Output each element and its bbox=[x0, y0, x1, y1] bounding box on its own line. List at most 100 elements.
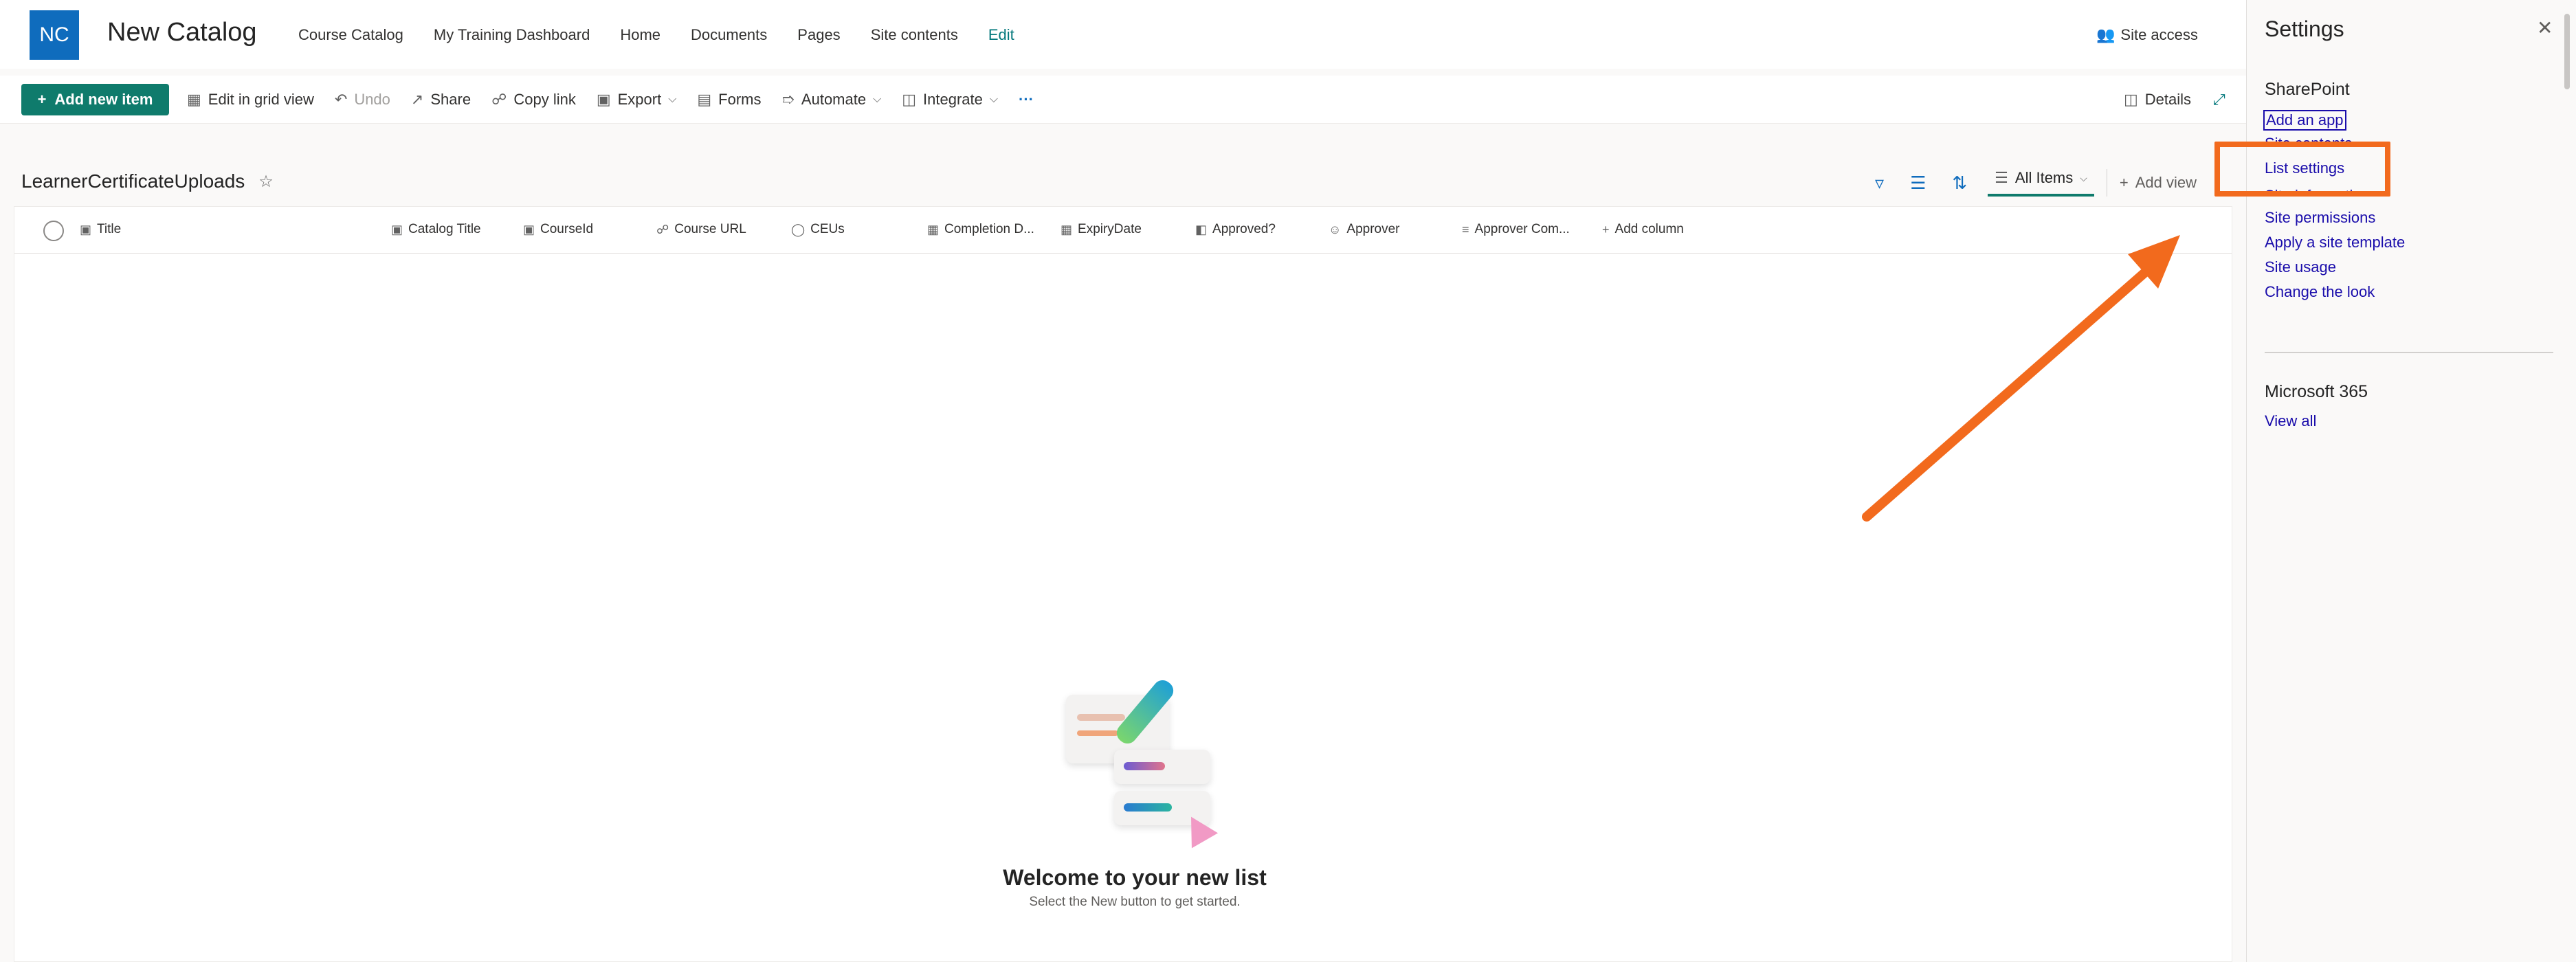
favorite-star-icon[interactable]: ☆ bbox=[258, 172, 274, 192]
column-header-approved[interactable]: ◧ Approved? bbox=[1195, 222, 1276, 237]
nav-pages[interactable]: Pages bbox=[797, 26, 840, 44]
number-icon: ◯ bbox=[791, 222, 806, 236]
add-an-app-link[interactable]: Add an app bbox=[2263, 110, 2346, 131]
forms-button[interactable]: ▤ Forms bbox=[697, 91, 761, 109]
site-title[interactable]: New Catalog bbox=[107, 18, 257, 47]
panel-scrollbar[interactable] bbox=[2564, 14, 2570, 89]
chevron-down-icon: ⌵ bbox=[873, 93, 882, 105]
forms-label: Forms bbox=[718, 91, 762, 108]
column-label: Approver Com... bbox=[1474, 222, 1570, 236]
flow-icon: ➱ bbox=[781, 91, 795, 108]
add-column-button[interactable]: + Add column bbox=[1602, 222, 1684, 237]
select-all-checkbox[interactable] bbox=[43, 221, 64, 241]
column-header-approver-comments[interactable]: ≡ Approver Com... bbox=[1462, 222, 1570, 237]
nav-edit[interactable]: Edit bbox=[988, 26, 1014, 44]
change-the-look-link[interactable]: Change the look bbox=[2265, 283, 2375, 301]
panel-divider bbox=[2265, 352, 2553, 353]
integrate-button[interactable]: ◫ Integrate ⌵ bbox=[902, 91, 998, 109]
command-items: ▦ Edit in grid view ↶ Undo ↗ Share ☍ Cop… bbox=[187, 91, 1054, 109]
info-pane-icon: ◫ bbox=[2124, 91, 2138, 108]
link-icon: ☍ bbox=[656, 222, 669, 236]
people-lock-icon: 👥 bbox=[2096, 26, 2116, 43]
column-header-expirydate[interactable]: ▦ ExpiryDate bbox=[1061, 222, 1142, 237]
multiline-text-icon: ≡ bbox=[1462, 222, 1469, 236]
column-label: Title bbox=[97, 222, 122, 236]
apply-site-template-link[interactable]: Apply a site template bbox=[2265, 234, 2405, 251]
column-header-catalog-title[interactable]: ▣ Catalog Title bbox=[391, 222, 481, 237]
nav-my-training-dashboard[interactable]: My Training Dashboard bbox=[434, 26, 590, 44]
site-access-button[interactable]: 👥 Site access bbox=[2096, 26, 2198, 44]
nav-site-contents[interactable]: Site contents bbox=[871, 26, 958, 44]
share-button[interactable]: ↗ Share bbox=[411, 91, 471, 109]
edit-grid-view-button[interactable]: ▦ Edit in grid view bbox=[187, 91, 314, 109]
view-toolbar: ▿ ☰ ⇅ ☰ All Items ⌵ + Add view bbox=[1875, 169, 2197, 197]
copy-link-button[interactable]: ☍ Copy link bbox=[491, 91, 576, 109]
column-header-completion-date[interactable]: ▦ Completion D... bbox=[927, 222, 1034, 237]
text-field-icon: ▣ bbox=[523, 222, 535, 236]
plus-icon: + bbox=[1602, 222, 1610, 236]
list-grid: ▣ Title ▣ Catalog Title ▣ CourseId ☍ Cou… bbox=[14, 206, 2232, 962]
empty-state-title: Welcome to your new list bbox=[1003, 865, 1267, 890]
plus-icon: + bbox=[2119, 174, 2129, 191]
copy-link-label: Copy link bbox=[513, 91, 576, 108]
column-label: Approver bbox=[1346, 222, 1400, 236]
export-button[interactable]: ▣ Export ⌵ bbox=[597, 91, 677, 109]
details-button[interactable]: ◫ Details bbox=[2124, 91, 2191, 109]
person-icon: ☺ bbox=[1329, 222, 1342, 236]
view-name: All Items bbox=[2014, 169, 2074, 186]
column-label: CourseId bbox=[540, 222, 594, 236]
sharepoint-heading: SharePoint bbox=[2265, 80, 2350, 99]
automate-button[interactable]: ➱ Automate ⌵ bbox=[781, 91, 881, 109]
settings-panel-title: Settings bbox=[2265, 16, 2344, 41]
microsoft-365-heading: Microsoft 365 bbox=[2265, 382, 2368, 401]
automate-label: Automate bbox=[801, 91, 867, 108]
column-header-title[interactable]: ▣ Title bbox=[80, 222, 121, 237]
site-usage-link[interactable]: Site usage bbox=[2265, 258, 2336, 276]
illustration-card bbox=[1114, 750, 1210, 784]
link-icon: ☍ bbox=[491, 91, 507, 108]
column-header-courseid[interactable]: ▣ CourseId bbox=[523, 222, 593, 237]
excel-icon: ▣ bbox=[596, 91, 611, 108]
integrate-label: Integrate bbox=[923, 91, 983, 108]
group-by-icon[interactable]: ☰ bbox=[1910, 172, 1926, 194]
more-options-button[interactable]: ··· bbox=[1019, 91, 1034, 109]
column-label: Course URL bbox=[674, 222, 746, 236]
add-view-button[interactable]: + Add view bbox=[2120, 174, 2197, 192]
nav-course-catalog[interactable]: Course Catalog bbox=[298, 26, 403, 44]
expand-button[interactable]: ⤢ bbox=[2213, 91, 2225, 109]
column-header-ceus[interactable]: ◯ CEUs bbox=[791, 222, 845, 237]
column-header-approver[interactable]: ☺ Approver bbox=[1329, 222, 1400, 237]
grid-icon: ▦ bbox=[187, 91, 201, 108]
annotation-highlight-box bbox=[2214, 142, 2390, 197]
sort-icon[interactable]: ⇅ bbox=[1952, 172, 1967, 194]
filter-icon[interactable]: ▿ bbox=[1875, 172, 1884, 194]
grid-header: ▣ Title ▣ Catalog Title ▣ CourseId ☍ Cou… bbox=[14, 207, 2232, 254]
nav-documents[interactable]: Documents bbox=[691, 26, 767, 44]
empty-list-illustration bbox=[1052, 667, 1219, 849]
column-label: Approved? bbox=[1212, 222, 1276, 236]
text-field-icon: ▣ bbox=[80, 222, 92, 236]
view-all-link[interactable]: View all bbox=[2265, 412, 2316, 430]
add-view-label: Add view bbox=[2135, 174, 2197, 191]
chevron-down-icon: ⌵ bbox=[989, 93, 999, 105]
share-label: Share bbox=[430, 91, 471, 108]
site-contents-link[interactable]: Site contents bbox=[2265, 135, 2352, 142]
site-permissions-link[interactable]: Site permissions bbox=[2265, 209, 2375, 227]
chevron-down-icon: ⌵ bbox=[668, 93, 677, 105]
add-new-item-button[interactable]: + Add new item bbox=[21, 84, 169, 115]
undo-button[interactable]: ↶ Undo bbox=[335, 91, 390, 109]
close-icon[interactable]: ✕ bbox=[2537, 16, 2553, 39]
add-new-item-label: Add new item bbox=[54, 91, 153, 108]
nav-home[interactable]: Home bbox=[620, 26, 660, 44]
site-header: NC New Catalog Course Catalog My Trainin… bbox=[0, 0, 2246, 69]
view-selector[interactable]: ☰ All Items ⌵ bbox=[1988, 169, 2094, 197]
undo-label: Undo bbox=[354, 91, 390, 108]
export-label: Export bbox=[617, 91, 662, 108]
column-label: ExpiryDate bbox=[1078, 222, 1142, 236]
site-logo[interactable]: NC bbox=[30, 10, 79, 60]
integrate-icon: ◫ bbox=[902, 91, 917, 108]
column-label: CEUs bbox=[810, 222, 845, 236]
column-header-course-url[interactable]: ☍ Course URL bbox=[656, 222, 746, 237]
calendar-icon: ▦ bbox=[1061, 222, 1073, 236]
empty-state: Welcome to your new list Select the New … bbox=[956, 667, 1313, 910]
